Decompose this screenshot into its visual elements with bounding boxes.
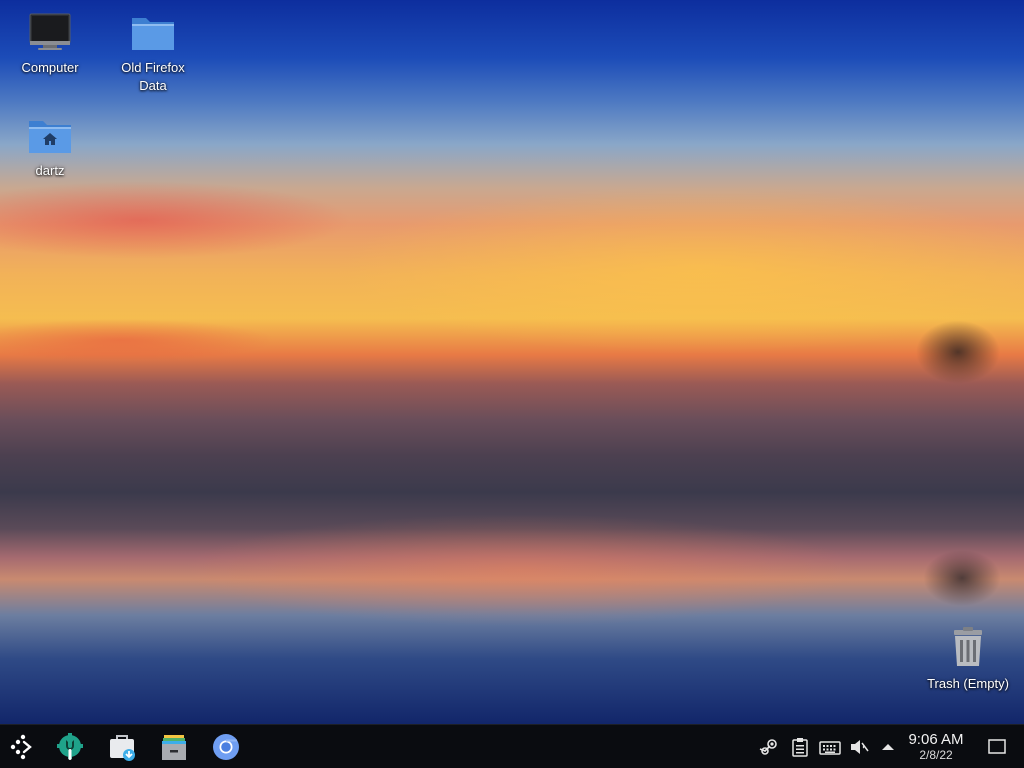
desktop-icon-label: Old Firefox Data	[121, 60, 185, 93]
desktop-icon-home-folder[interactable]: dartz	[0, 111, 100, 180]
digital-clock[interactable]: 9:06 AM 2/8/22	[898, 731, 974, 762]
tray-volume[interactable]	[848, 736, 870, 758]
steam-icon	[759, 739, 777, 755]
taskbar-discover[interactable]	[105, 730, 139, 764]
application-launcher-button[interactable]	[5, 730, 39, 764]
desktop-icon-old-firefox-data[interactable]: Old Firefox Data	[103, 8, 203, 95]
file-cabinet-icon	[162, 735, 186, 760]
tray-show-hidden-icons[interactable]	[877, 736, 899, 758]
folder-icon	[132, 18, 174, 50]
application-launcher-icon	[10, 734, 32, 760]
desktop-icon-label: Computer	[21, 60, 79, 75]
tray-virtual-keyboard[interactable]	[819, 736, 841, 758]
desktop-icon-computer[interactable]: Computer	[0, 8, 100, 77]
tray-steam[interactable]	[758, 736, 780, 758]
trash-empty-icon	[954, 627, 982, 666]
desktop-icon-label: Trash (Empty)	[927, 676, 1009, 691]
taskbar-system-settings[interactable]	[53, 730, 87, 764]
taskbar-panel: 9:06 AM 2/8/22	[0, 724, 1024, 768]
chromium-browser-icon	[213, 734, 239, 760]
volume-muted-icon	[851, 740, 869, 754]
tray-clipboard[interactable]	[789, 736, 811, 758]
taskbar-file-manager[interactable]	[157, 730, 191, 764]
desktop-wallpaper[interactable]: Computer Old Firefox Data dartz Trash (E…	[0, 0, 1024, 724]
clock-date: 2/8/22	[919, 748, 953, 762]
taskbar-web-browser[interactable]	[209, 730, 243, 764]
home-folder-icon	[29, 121, 71, 153]
show-desktop-icon	[988, 739, 1006, 754]
desktop-icon-label: dartz	[35, 163, 65, 178]
arrow-up-icon	[882, 744, 894, 750]
clipboard-icon	[792, 738, 808, 757]
show-desktop-button[interactable]	[986, 736, 1008, 758]
wrench-gear-icon	[57, 733, 83, 760]
clock-time: 9:06 AM	[908, 731, 964, 748]
desktop-icon-trash[interactable]: Trash (Empty)	[918, 624, 1018, 693]
computer-monitor-icon	[29, 13, 71, 50]
keyboard-icon	[819, 741, 841, 755]
software-store-icon	[110, 735, 135, 761]
